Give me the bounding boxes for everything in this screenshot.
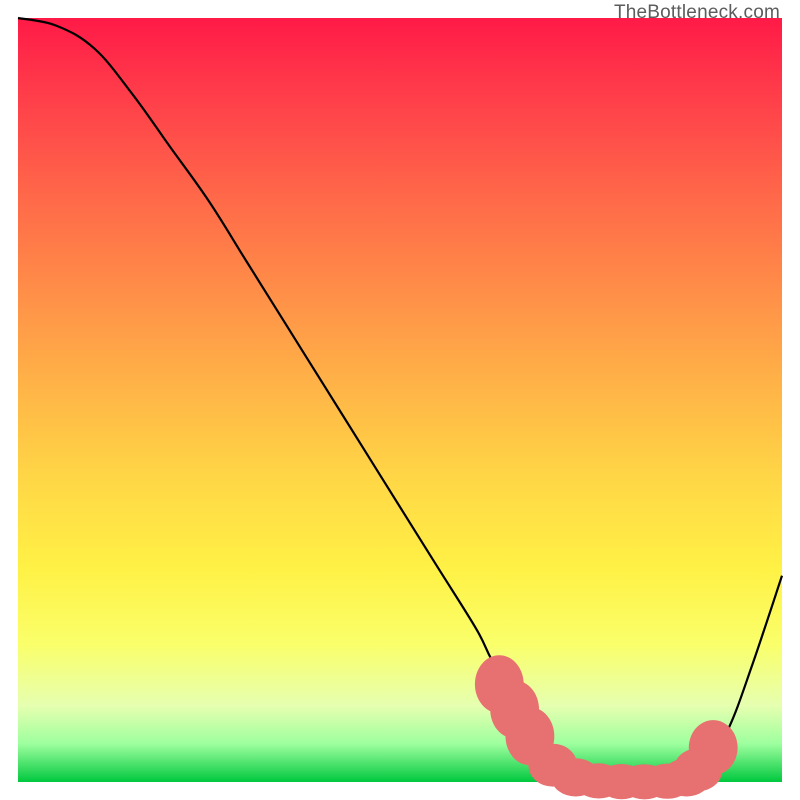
plot-area <box>18 18 782 782</box>
marker-dot <box>689 720 738 775</box>
chart-container: TheBottleneck.com <box>0 0 800 800</box>
curve-svg <box>18 18 782 782</box>
optimal-range-markers <box>475 655 738 799</box>
bottleneck-curve <box>18 18 782 782</box>
